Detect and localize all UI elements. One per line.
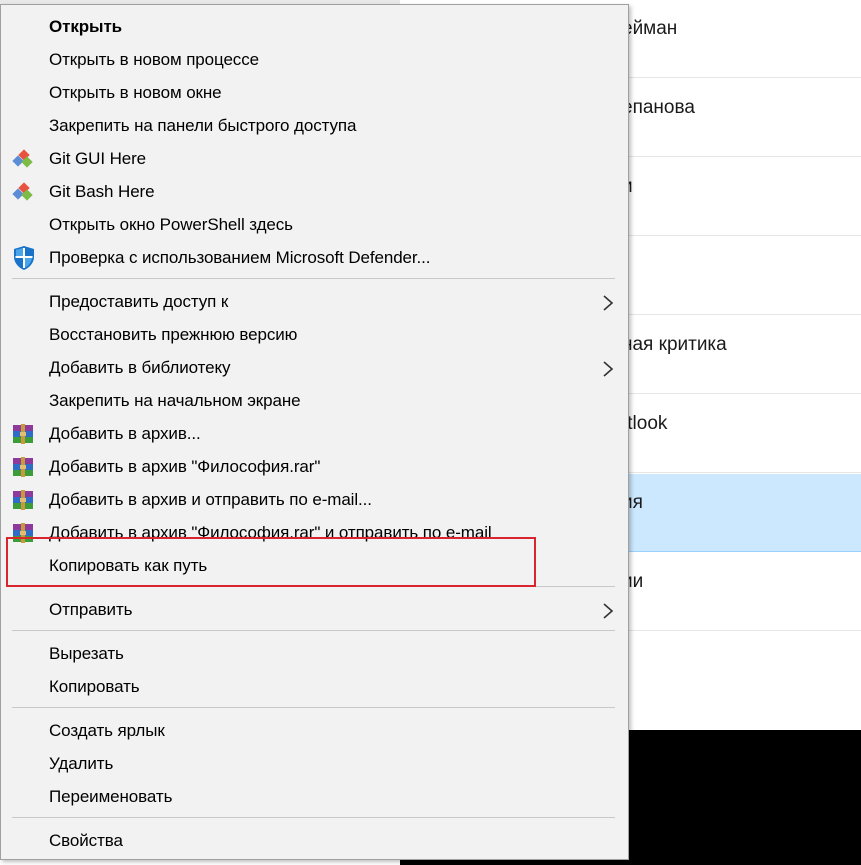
menu-item-label: Открыть xyxy=(49,17,123,36)
menu-item-label: Проверка с использованием Microsoft Defe… xyxy=(49,248,431,267)
menu-item-label: Удалить xyxy=(49,754,114,773)
menu-item-add-archive-email[interactable]: Добавить в архив и отправить по e-mail..… xyxy=(1,484,628,517)
menu-item-git-gui[interactable]: Git GUI Here xyxy=(1,143,628,176)
menu-item-open[interactable]: Открыть xyxy=(1,11,628,44)
winrar-icon xyxy=(13,457,33,477)
menu-item-copy-as-path[interactable]: Копировать как путь xyxy=(1,550,628,583)
menu-separator xyxy=(12,817,615,818)
menu-item-label: Git GUI Here xyxy=(49,149,147,168)
menu-item-label: Добавить в библиотеку xyxy=(49,358,231,377)
menu-item-add-archive[interactable]: Добавить в архив... xyxy=(1,418,628,451)
file-row-name: ная критика xyxy=(622,334,727,355)
menu-item-pin-start[interactable]: Закрепить на начальном экране xyxy=(1,385,628,418)
chevron-right-icon xyxy=(603,361,614,377)
menu-item-add-to-library[interactable]: Добавить в библиотеку xyxy=(1,352,628,385)
menu-item-restore-version[interactable]: Восстановить прежнюю версию xyxy=(1,319,628,352)
menu-item-add-archive-named-email[interactable]: Добавить в архив "Философия.rar" и отпра… xyxy=(1,517,628,550)
menu-item-git-bash[interactable]: Git Bash Here xyxy=(1,176,628,209)
menu-item-pin-quick-access[interactable]: Закрепить на панели быстрого доступа xyxy=(1,110,628,143)
menu-item-label: Восстановить прежнюю версию xyxy=(49,325,298,344)
menu-item-label: Копировать xyxy=(49,677,140,696)
winrar-icon xyxy=(13,490,33,510)
chevron-right-icon xyxy=(603,295,614,311)
menu-item-label: Предоставить доступ к xyxy=(49,292,229,311)
menu-item-give-access[interactable]: Предоставить доступ к xyxy=(1,286,628,319)
menu-separator xyxy=(12,707,615,708)
menu-item-open-new-process[interactable]: Открыть в новом процессе xyxy=(1,44,628,77)
menu-item-label: Добавить в архив "Философия.rar" xyxy=(49,457,321,476)
menu-item-rename[interactable]: Переименовать xyxy=(1,781,628,814)
menu-item-label: Копировать как путь xyxy=(49,556,208,575)
menu-item-label: Добавить в архив... xyxy=(49,424,201,443)
menu-item-label: Закрепить на начальном экране xyxy=(49,391,301,410)
menu-separator xyxy=(12,586,615,587)
menu-separator xyxy=(12,278,615,279)
menu-item-delete[interactable]: Удалить xyxy=(1,748,628,781)
menu-item-create-shortcut[interactable]: Создать ярлык xyxy=(1,715,628,748)
file-row-name: епанова xyxy=(622,97,695,118)
menu-item-label: Вырезать xyxy=(49,644,124,663)
menu-item-send-to[interactable]: Отправить xyxy=(1,594,628,627)
menu-item-label: Создать ярлык xyxy=(49,721,165,740)
context-menu: Открыть Открыть в новом процессе Открыть… xyxy=(0,4,629,860)
menu-item-open-powershell[interactable]: Открыть окно PowerShell здесь xyxy=(1,209,628,242)
chevron-right-icon xyxy=(603,603,614,619)
menu-separator xyxy=(12,630,615,631)
git-gui-icon xyxy=(12,149,33,168)
menu-item-label: Открыть в новом процессе xyxy=(49,50,259,69)
menu-item-add-archive-named[interactable]: Добавить в архив "Философия.rar" xyxy=(1,451,628,484)
menu-item-properties[interactable]: Свойства xyxy=(1,825,628,858)
menu-item-label: Git Bash Here xyxy=(49,182,155,201)
menu-item-cut[interactable]: Вырезать xyxy=(1,638,628,671)
file-row-name: ейман xyxy=(622,18,678,39)
defender-shield-icon xyxy=(14,246,34,270)
menu-item-label: Открыть окно PowerShell здесь xyxy=(49,215,293,234)
menu-item-label: Открыть в новом окне xyxy=(49,83,222,102)
winrar-icon xyxy=(13,424,33,444)
menu-item-label: Переименовать xyxy=(49,787,173,806)
menu-item-label: Отправить xyxy=(49,600,133,619)
menu-item-label: Закрепить на панели быстрого доступа xyxy=(49,116,357,135)
menu-item-copy[interactable]: Копировать xyxy=(1,671,628,704)
menu-item-label: Добавить в архив "Философия.rar" и отпра… xyxy=(49,523,492,542)
menu-item-open-new-window[interactable]: Открыть в новом окне xyxy=(1,77,628,110)
menu-item-label: Свойства xyxy=(49,831,123,850)
winrar-icon xyxy=(13,523,33,543)
git-bash-icon xyxy=(12,182,33,201)
menu-item-defender-scan[interactable]: Проверка с использованием Microsoft Defe… xyxy=(1,242,628,275)
menu-item-label: Добавить в архив и отправить по e-mail..… xyxy=(49,490,372,509)
